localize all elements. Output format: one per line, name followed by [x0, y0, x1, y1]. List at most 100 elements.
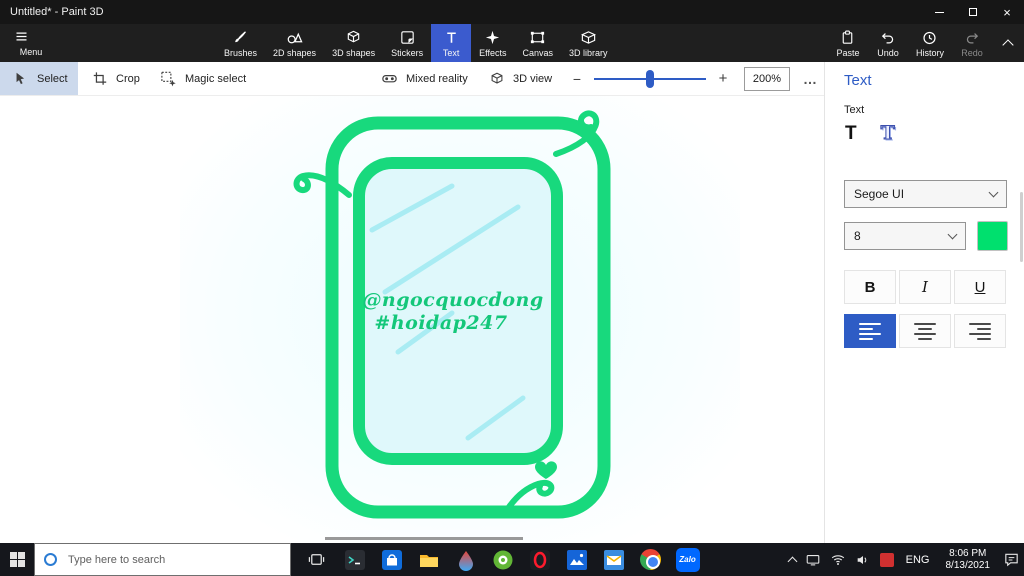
- zoom-level-value: 200%: [752, 73, 782, 85]
- magic-select-button[interactable]: Magic select: [160, 62, 246, 95]
- see-more-button[interactable]: …: [798, 62, 822, 95]
- language-indicator[interactable]: ENG: [906, 554, 930, 566]
- tool-brushes[interactable]: Brushes: [216, 24, 265, 62]
- zoom-slider-handle[interactable]: [646, 70, 654, 88]
- zoom-out-button[interactable]: −: [566, 62, 588, 95]
- mixed-reality-button[interactable]: Mixed reality: [381, 62, 468, 95]
- ribbon-tools: Brushes 2D shapes 3D shapes Stickers Tex…: [216, 24, 616, 62]
- select-pointer-icon: [16, 72, 25, 84]
- align-right-button[interactable]: [954, 314, 1006, 348]
- font-size-value: 8: [854, 229, 861, 243]
- action-label: Redo: [961, 48, 983, 58]
- tool-label: Text: [442, 48, 460, 58]
- app-icon-zalo[interactable]: Zalo: [669, 543, 706, 576]
- zoom-slider[interactable]: [594, 62, 706, 95]
- app-icon-file-explorer[interactable]: [410, 543, 447, 576]
- italic-button[interactable]: I: [899, 270, 951, 304]
- tool-effects[interactable]: Effects: [471, 24, 514, 62]
- windows-logo-icon: [9, 552, 25, 567]
- tool-label: 2D shapes: [273, 48, 317, 58]
- ribbon: Menu Brushes 2D shapes 3D shapes Sticker…: [0, 24, 1024, 62]
- text-color-swatch[interactable]: [977, 221, 1008, 251]
- tool-2d-shapes[interactable]: 2D shapes: [265, 24, 324, 62]
- app-icon-coccoc[interactable]: [484, 543, 521, 576]
- 3d-library-icon: [580, 31, 596, 44]
- app-icon-paint-drop[interactable]: [447, 543, 484, 576]
- menu-button[interactable]: Menu: [8, 24, 54, 62]
- action-center-button[interactable]: [1003, 551, 1020, 568]
- system-tray: ENG 8:06 PM 8/13/2021: [787, 543, 1024, 576]
- collapse-ribbon-button[interactable]: [994, 24, 1022, 62]
- undo-icon: [882, 33, 894, 44]
- app-icon-mail[interactable]: [595, 543, 632, 576]
- history-button[interactable]: History: [908, 24, 952, 62]
- underline-label: U: [974, 278, 986, 296]
- font-family-value: Segoe UI: [854, 187, 905, 201]
- magic-select-label: Magic select: [185, 72, 247, 85]
- app-icon-terminal[interactable]: [336, 543, 373, 576]
- select-tool-button[interactable]: Select: [0, 62, 78, 95]
- volume-tray-button[interactable]: [855, 552, 871, 568]
- language-label: ENG: [905, 553, 930, 566]
- canvas-horizontal-scrollbar[interactable]: [325, 537, 523, 540]
- tool-label: Canvas: [522, 48, 553, 58]
- 3d-view-label: 3D view: [513, 72, 553, 85]
- bold-button[interactable]: B: [844, 270, 896, 304]
- 2d-text-button[interactable]: T: [841, 121, 861, 147]
- task-view-button[interactable]: [298, 543, 334, 576]
- close-button[interactable]: ×: [990, 0, 1024, 24]
- task-view-icon: [308, 554, 324, 565]
- 3d-text-button[interactable]: T: [877, 120, 899, 146]
- app-icon-photos[interactable]: [558, 543, 595, 576]
- paste-icon: [843, 30, 853, 44]
- panel-scrollbar-thumb[interactable]: [1020, 192, 1023, 262]
- tool-3d-shapes[interactable]: 3D shapes: [324, 24, 383, 62]
- paint3d-window: Untitled* - Paint 3D × Menu Brushes 2D s…: [0, 0, 1024, 576]
- text-icon: [446, 32, 456, 43]
- tray-expand-button[interactable]: [787, 555, 798, 566]
- monitor-icon: [806, 554, 819, 565]
- clock[interactable]: 8:06 PM 8/13/2021: [946, 548, 991, 572]
- restore-icon: [969, 8, 977, 16]
- font-family-dropdown[interactable]: Segoe UI: [844, 180, 1007, 208]
- bold-label: B: [864, 278, 876, 296]
- wifi-tray-button[interactable]: [830, 552, 846, 568]
- crop-icon: [93, 71, 107, 85]
- minus-icon: −: [572, 70, 582, 87]
- align-left-button[interactable]: [844, 314, 896, 348]
- tool-text[interactable]: Text: [431, 24, 472, 62]
- taskbar-search[interactable]: [34, 543, 291, 576]
- font-size-dropdown[interactable]: 8: [844, 222, 966, 250]
- undo-button[interactable]: Undo: [868, 24, 908, 62]
- crop-button[interactable]: Crop: [92, 62, 140, 95]
- app-icon-chrome[interactable]: [632, 543, 669, 576]
- close-icon: ×: [1003, 4, 1011, 20]
- zoom-in-button[interactable]: +: [712, 62, 734, 95]
- app-icon-opera[interactable]: [521, 543, 558, 576]
- align-center-button[interactable]: [899, 314, 951, 348]
- app-icon-store[interactable]: [373, 543, 410, 576]
- panel-section-label: Text: [844, 104, 865, 116]
- 3d-view-icon: [491, 72, 503, 84]
- align-center-icon: [914, 322, 936, 340]
- ime-tray-button[interactable]: [879, 552, 894, 567]
- 3d-view-button[interactable]: 3D view: [489, 62, 552, 95]
- tool-canvas[interactable]: Canvas: [514, 24, 561, 62]
- minimize-button[interactable]: [922, 0, 956, 24]
- network-tray-button[interactable]: [805, 552, 821, 568]
- underline-button[interactable]: U: [954, 270, 1006, 304]
- restore-button[interactable]: [956, 0, 990, 24]
- drawing-canvas[interactable]: @ngocquocdong #hoidap247: [0, 96, 824, 543]
- redo-button[interactable]: Redo: [952, 24, 992, 62]
- italic-label: I: [922, 278, 928, 296]
- start-button[interactable]: [0, 543, 34, 576]
- zoom-level-box[interactable]: 200%: [744, 67, 790, 91]
- paste-button[interactable]: Paste: [828, 24, 868, 62]
- tool-stickers[interactable]: Stickers: [383, 24, 431, 62]
- tool-label: 3D shapes: [332, 48, 376, 58]
- search-input[interactable]: [66, 552, 266, 567]
- tool-3d-library[interactable]: 3D library: [561, 24, 616, 62]
- taskbar: Zalo ENG 8:06 PM 8/13/2021: [0, 543, 1024, 576]
- zalo-icon: Zalo: [675, 547, 700, 572]
- chevron-down-icon: [988, 187, 999, 197]
